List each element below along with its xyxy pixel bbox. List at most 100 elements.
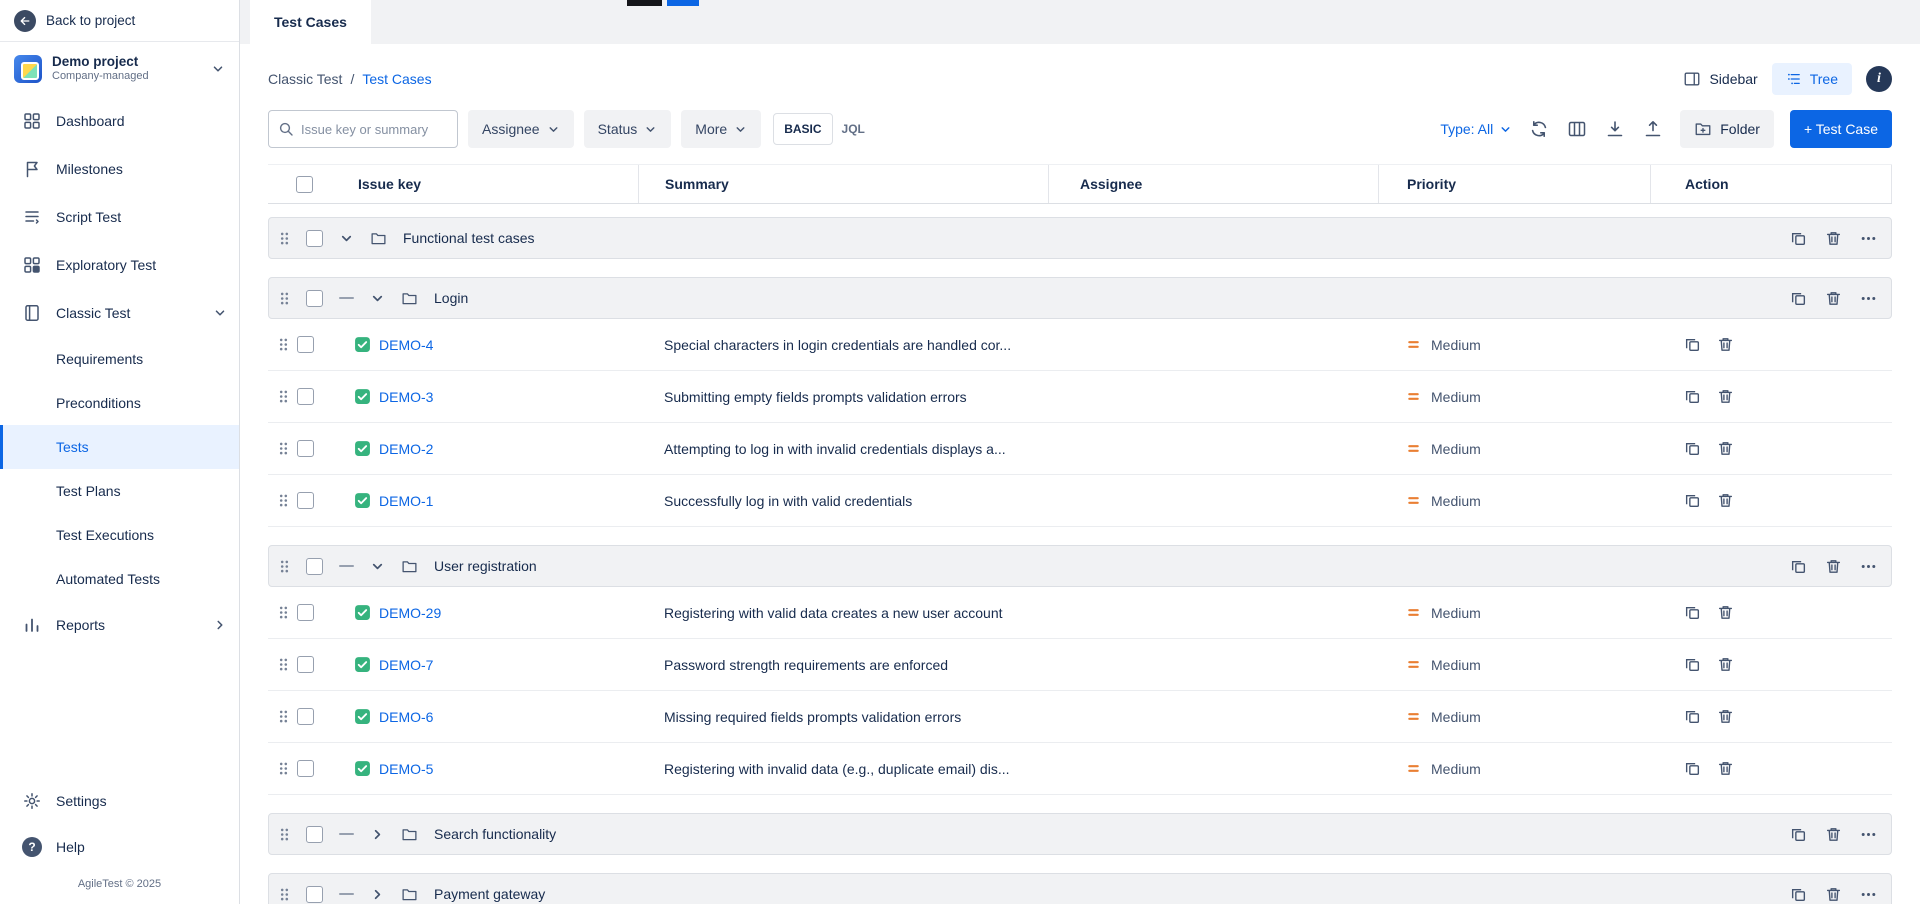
sidebar-item-requirements[interactable]: Requirements	[0, 337, 239, 381]
trash-icon[interactable]	[1717, 656, 1734, 673]
back-to-project-button[interactable]: Back to project	[0, 0, 239, 42]
copy-icon[interactable]	[1790, 230, 1807, 247]
info-icon[interactable]: i	[1866, 66, 1892, 92]
issue-key-link[interactable]: DEMO-3	[379, 389, 433, 405]
row-checkbox[interactable]	[297, 336, 314, 353]
folder-name[interactable]: Functional test cases	[403, 230, 535, 246]
sidebar-item-reports[interactable]: Reports	[0, 601, 239, 649]
tree-view-button[interactable]: Tree	[1772, 63, 1852, 95]
search-input[interactable]	[268, 110, 458, 148]
sidebar-item-settings[interactable]: Settings	[0, 778, 239, 824]
test-row[interactable]: DEMO-29 Registering with valid data crea…	[268, 587, 1892, 639]
trash-icon[interactable]	[1717, 604, 1734, 621]
issue-key-link[interactable]: DEMO-7	[379, 657, 433, 673]
trash-icon[interactable]	[1825, 826, 1842, 843]
issue-key-link[interactable]: DEMO-29	[379, 605, 441, 621]
sidebar-item-test-executions[interactable]: Test Executions	[0, 513, 239, 557]
sidebar-view-button[interactable]: Sidebar	[1683, 70, 1757, 88]
trash-icon[interactable]	[1717, 440, 1734, 457]
breadcrumb-parent-link[interactable]: Classic Test	[268, 71, 342, 87]
trash-icon[interactable]	[1825, 230, 1842, 247]
row-checkbox[interactable]	[297, 388, 314, 405]
new-test-case-button[interactable]: + Test Case	[1790, 110, 1892, 148]
folder-row[interactable]: Functional test cases	[268, 217, 1892, 259]
sidebar-item-preconditions[interactable]: Preconditions	[0, 381, 239, 425]
copy-icon[interactable]	[1790, 886, 1807, 903]
issue-key-link[interactable]: DEMO-4	[379, 337, 433, 353]
trash-icon[interactable]	[1717, 708, 1734, 725]
add-folder-button[interactable]: Folder	[1680, 110, 1774, 148]
import-upload-icon[interactable]	[1642, 118, 1664, 140]
issue-key-link[interactable]: DEMO-2	[379, 441, 433, 457]
basic-mode-button[interactable]: BASIC	[773, 113, 832, 145]
refresh-icon[interactable]	[1528, 118, 1550, 140]
row-checkbox[interactable]	[306, 558, 323, 575]
copy-icon[interactable]	[1684, 604, 1701, 621]
test-row[interactable]: DEMO-5 Registering with invalid data (e.…	[268, 743, 1892, 795]
copy-icon[interactable]	[1684, 656, 1701, 673]
sidebar-item-automated-tests[interactable]: Automated Tests	[0, 557, 239, 601]
test-row[interactable]: DEMO-2 Attempting to log in with invalid…	[268, 423, 1892, 475]
drag-handle-icon[interactable]	[278, 336, 289, 353]
sidebar-item-milestones[interactable]: Milestones	[0, 145, 239, 193]
more-filter-dropdown[interactable]: More	[681, 110, 761, 148]
export-download-icon[interactable]	[1604, 118, 1626, 140]
trash-icon[interactable]	[1717, 336, 1734, 353]
drag-handle-icon[interactable]	[279, 230, 290, 247]
drag-handle-icon[interactable]	[278, 760, 289, 777]
test-row[interactable]: DEMO-6 Missing required fields prompts v…	[268, 691, 1892, 743]
sidebar-item-exploratory-test[interactable]: Exploratory Test	[0, 241, 239, 289]
copy-icon[interactable]	[1684, 708, 1701, 725]
row-checkbox[interactable]	[297, 760, 314, 777]
test-row[interactable]: DEMO-4 Special characters in login crede…	[268, 319, 1892, 371]
drag-handle-icon[interactable]	[279, 558, 290, 575]
copy-icon[interactable]	[1684, 388, 1701, 405]
more-actions-icon[interactable]	[1860, 886, 1877, 903]
columns-icon[interactable]	[1566, 118, 1588, 140]
test-row[interactable]: DEMO-1 Successfully log in with valid cr…	[268, 475, 1892, 527]
test-row[interactable]: DEMO-3 Submitting empty fields prompts v…	[268, 371, 1892, 423]
row-checkbox[interactable]	[297, 604, 314, 621]
trash-icon[interactable]	[1717, 492, 1734, 509]
issue-key-link[interactable]: DEMO-1	[379, 493, 433, 509]
copy-icon[interactable]	[1790, 826, 1807, 843]
select-all-checkbox[interactable]	[296, 176, 313, 193]
sidebar-item-help[interactable]: ? Help	[0, 824, 239, 870]
folder-name[interactable]: Payment gateway	[434, 886, 545, 902]
copy-icon[interactable]	[1684, 440, 1701, 457]
drag-handle-icon[interactable]	[278, 656, 289, 673]
folder-row[interactable]: Payment gateway	[268, 873, 1892, 904]
copy-icon[interactable]	[1790, 290, 1807, 307]
drag-handle-icon[interactable]	[278, 440, 289, 457]
drag-handle-icon[interactable]	[279, 290, 290, 307]
drag-handle-icon[interactable]	[278, 388, 289, 405]
row-checkbox[interactable]	[297, 440, 314, 457]
folder-name[interactable]: User registration	[434, 558, 537, 574]
more-actions-icon[interactable]	[1860, 230, 1877, 247]
test-row[interactable]: DEMO-7 Password strength requirements ar…	[268, 639, 1892, 691]
drag-handle-icon[interactable]	[278, 708, 289, 725]
drag-handle-icon[interactable]	[279, 886, 290, 903]
trash-icon[interactable]	[1825, 290, 1842, 307]
breadcrumb-current-link[interactable]: Test Cases	[362, 71, 431, 87]
row-checkbox[interactable]	[306, 826, 323, 843]
folder-row[interactable]: Search functionality	[268, 813, 1892, 855]
drag-handle-icon[interactable]	[279, 826, 290, 843]
folder-row[interactable]: User registration	[268, 545, 1892, 587]
folder-chevron-icon[interactable]	[370, 291, 385, 306]
sidebar-item-tests[interactable]: Tests	[0, 425, 239, 469]
type-filter-dropdown[interactable]: Type: All	[1440, 121, 1512, 137]
row-checkbox[interactable]	[297, 656, 314, 673]
sidebar-item-classic-test[interactable]: Classic Test	[0, 289, 239, 337]
sidebar-item-test-plans[interactable]: Test Plans	[0, 469, 239, 513]
copy-icon[interactable]	[1684, 492, 1701, 509]
copy-icon[interactable]	[1684, 760, 1701, 777]
status-filter-dropdown[interactable]: Status	[584, 110, 672, 148]
trash-icon[interactable]	[1717, 760, 1734, 777]
folder-chevron-icon[interactable]	[370, 559, 385, 574]
project-switcher[interactable]: Demo project Company-managed	[0, 42, 239, 93]
copy-icon[interactable]	[1790, 558, 1807, 575]
drag-handle-icon[interactable]	[278, 604, 289, 621]
row-checkbox[interactable]	[297, 492, 314, 509]
sidebar-item-dashboard[interactable]: Dashboard	[0, 97, 239, 145]
